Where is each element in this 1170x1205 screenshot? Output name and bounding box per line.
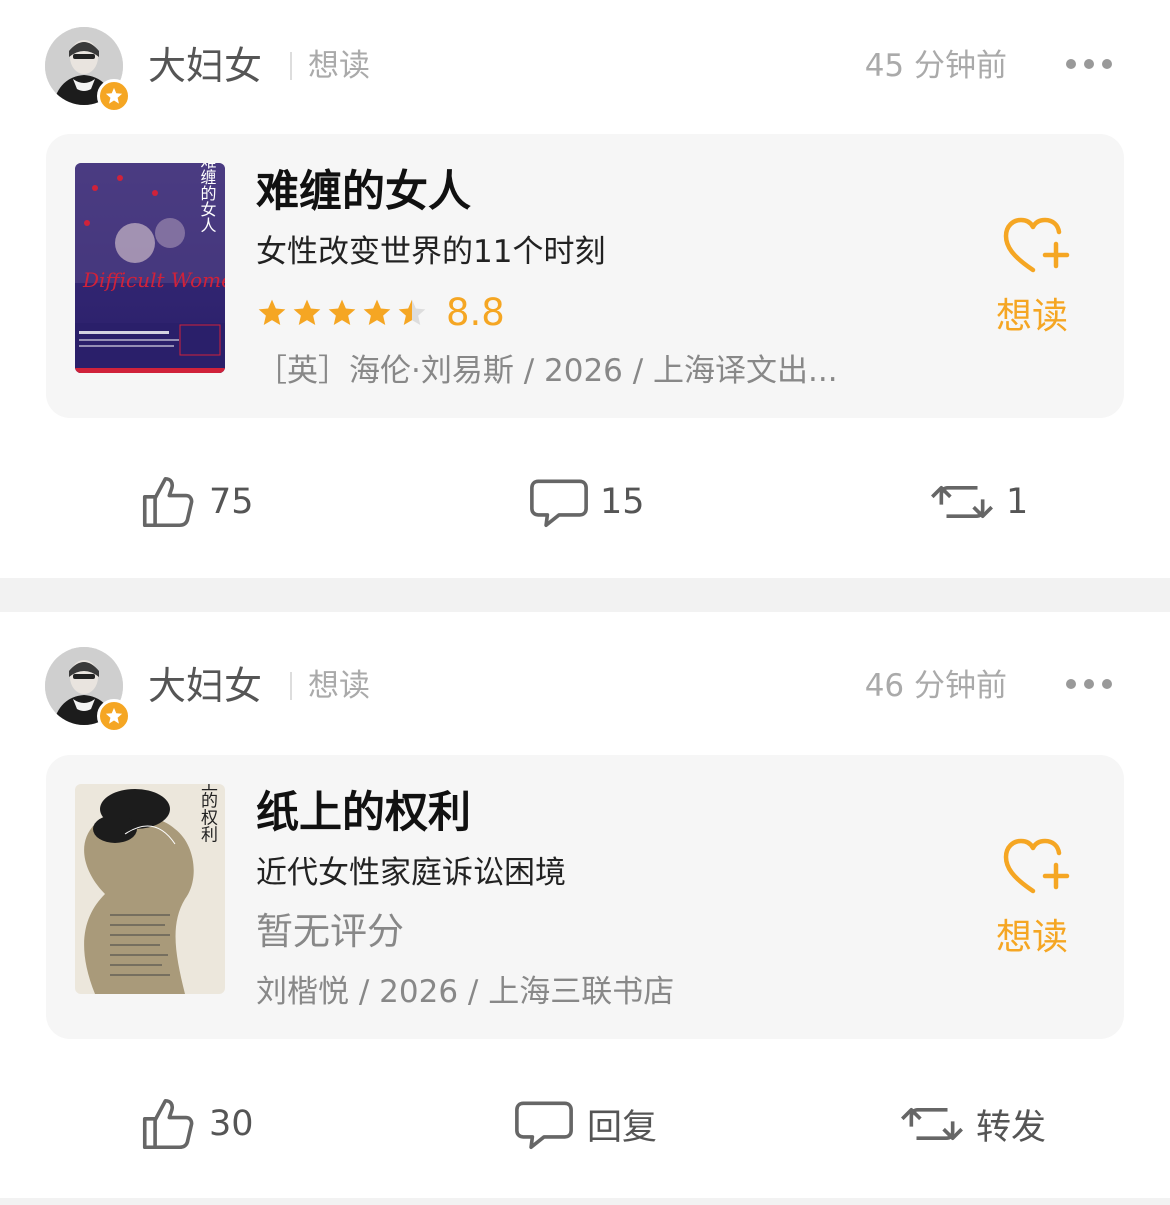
repost-icon <box>931 485 993 519</box>
comment-count: 15 <box>600 482 645 522</box>
book-cover: 难缠的女人 Difficult Women <box>75 163 225 373</box>
status-text: 想读 <box>308 48 370 84</box>
reply-label: 回复 <box>587 1107 658 1148</box>
feed-separator <box>0 1198 1170 1205</box>
username[interactable]: 大妇女 <box>148 663 262 709</box>
like-button[interactable]: 30 <box>137 1084 254 1164</box>
book-cover: 纸上的权利 <box>75 784 225 994</box>
star-icon <box>363 299 391 325</box>
repost-icon <box>901 1107 963 1141</box>
rating-value: 8.8 <box>446 291 505 334</box>
post-header: 大妇女 想读 46 分钟前 <box>0 620 1170 750</box>
vip-badge-icon <box>97 79 131 113</box>
book-meta: ［英］海伦·刘易斯 / 2026 / 上海译文出... <box>256 353 838 389</box>
username[interactable]: 大妇女 <box>148 43 262 89</box>
rating: 8.8 <box>256 291 505 335</box>
repost-count: 1 <box>1006 482 1029 522</box>
post-actions: 75 15 1 <box>0 462 1170 542</box>
book-subtitle: 近代女性家庭诉讼困境 <box>256 855 566 891</box>
more-options-icon[interactable] <box>1066 676 1112 692</box>
thumbs-up-icon <box>142 476 194 528</box>
star-icon <box>258 299 286 325</box>
post-actions: 30 回复 转发 <box>0 1084 1170 1164</box>
heart-plus-icon <box>1003 217 1070 273</box>
divider <box>290 672 292 700</box>
more-options-icon[interactable] <box>1066 56 1112 72</box>
no-rating-text: 暂无评分 <box>256 910 404 953</box>
like-button[interactable]: 75 <box>137 462 254 542</box>
comment-button[interactable]: 15 <box>528 462 645 542</box>
post-header: 大妇女 想读 45 分钟前 <box>0 0 1170 130</box>
like-count: 30 <box>209 1104 254 1144</box>
want-read-button[interactable]: 想读 <box>996 214 1076 344</box>
star-icon <box>293 299 321 325</box>
book-title[interactable]: 难缠的女人 <box>256 164 471 220</box>
repost-button[interactable]: 转发 <box>898 1084 1046 1164</box>
rating-stars <box>256 297 428 329</box>
book-subtitle: 女性改变世界的11个时刻 <box>256 234 606 270</box>
feed-separator <box>0 578 1170 612</box>
star-icon <box>328 299 356 325</box>
want-read-label: 想读 <box>996 296 1069 337</box>
thumbs-up-icon <box>142 1098 194 1150</box>
svg-text:难缠的女人: 难缠的女人 <box>198 163 217 233</box>
timestamp: 45 分钟前 <box>864 48 1007 84</box>
reply-button[interactable]: 回复 <box>513 1084 657 1164</box>
comment-icon <box>515 1101 573 1150</box>
book-title[interactable]: 纸上的权利 <box>256 785 471 841</box>
half-star-icon <box>398 299 426 325</box>
comment-icon <box>530 479 588 528</box>
book-card[interactable]: 纸上的权利 纸上的权利 近代女性家庭诉讼困境 暂无评分 刘楷悦 / 2026 /… <box>46 755 1124 1039</box>
svg-text:纸上的权利: 纸上的权利 <box>197 784 218 843</box>
status-text: 想读 <box>308 668 370 704</box>
want-read-button[interactable]: 想读 <box>996 835 1076 965</box>
book-meta: 刘楷悦 / 2026 / 上海三联书店 <box>256 974 675 1010</box>
feed-item: 大妇女 想读 46 分钟前 纸上的权利 纸上的权利 近代女性家庭诉讼困境 暂无评… <box>0 612 1170 1200</box>
svg-text:Difficult Women: Difficult Women <box>82 268 225 292</box>
feed-item: 大妇女 想读 45 分钟前 难缠的女人 Difficult Wom 难缠的女人 … <box>0 0 1170 578</box>
timestamp: 46 分钟前 <box>864 668 1007 704</box>
repost-label: 转发 <box>976 1107 1047 1148</box>
want-read-label: 想读 <box>996 917 1069 958</box>
repost-button[interactable]: 1 <box>928 462 1028 542</box>
heart-plus-icon <box>1003 838 1070 894</box>
divider <box>290 52 292 80</box>
vip-badge-icon <box>97 699 131 733</box>
book-card[interactable]: 难缠的女人 Difficult Women 难缠的女人 女性改变世界的11个时刻 <box>46 134 1124 418</box>
like-count: 75 <box>209 482 254 522</box>
